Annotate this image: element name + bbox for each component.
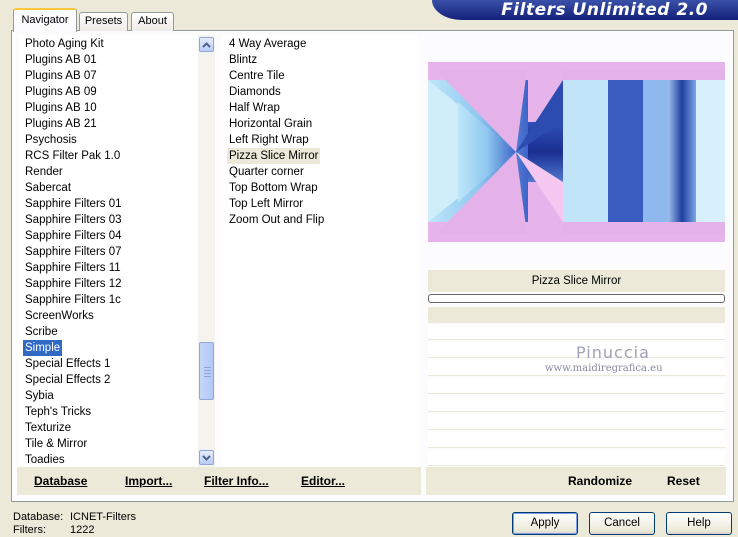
category-list-item[interactable]: RCS Filter Pak 1.0 <box>23 148 122 164</box>
category-list-item[interactable]: Plugins AB 09 <box>23 84 99 100</box>
parameter-row <box>428 307 725 323</box>
scroll-thumb[interactable] <box>199 342 214 400</box>
database-button[interactable]: Database <box>34 474 87 488</box>
category-list-item[interactable]: Tile & Mirror <box>23 436 89 452</box>
filter-list-item[interactable]: Horizontal Grain <box>227 116 314 132</box>
filter-list[interactable]: 4 Way Average Blintz Centre Tile Diamonds Ha… <box>222 35 419 467</box>
filter-list-item[interactable]: Quarter corner <box>227 164 306 180</box>
parameter-row <box>428 432 725 448</box>
category-list[interactable]: Photo Aging Kit Plugins AB 01 Plugins AB 0… <box>18 35 216 467</box>
reset-button[interactable]: Reset <box>667 474 700 488</box>
tab-about[interactable]: About <box>131 12 174 31</box>
chevron-up-icon <box>202 41 211 48</box>
category-list-item[interactable]: Sybia <box>23 388 56 404</box>
tab-presets[interactable]: Presets <box>79 12 128 31</box>
parameter-row <box>428 450 725 466</box>
import-button[interactable]: Import... <box>125 474 172 488</box>
category-list-item[interactable]: Texturize <box>23 420 73 436</box>
filter-list-item[interactable]: Blintz <box>227 52 259 68</box>
filter-list-item[interactable]: Pizza Slice Mirror <box>227 148 321 164</box>
parameter-row <box>428 414 725 430</box>
app-title: Filters Unlimited 2.0 <box>501 0 708 20</box>
filter-list-item[interactable]: Left Right Wrap <box>227 132 311 148</box>
category-list-item[interactable]: Sapphire Filters 04 <box>23 228 124 244</box>
tab-navigator[interactable]: Navigator <box>13 8 77 32</box>
category-list-item[interactable]: Plugins AB 10 <box>23 100 99 116</box>
category-list-item[interactable]: Photo Aging Kit <box>23 36 106 52</box>
category-list-item[interactable]: Special Effects 2 <box>23 372 112 388</box>
category-list-item[interactable]: Sabercat <box>23 180 73 196</box>
filter-list-item[interactable]: Top Left Mirror <box>227 196 305 212</box>
help-button[interactable]: Help <box>666 512 732 535</box>
filter-list-item[interactable]: Zoom Out and Flip <box>227 212 326 228</box>
scroll-down-button[interactable] <box>199 450 214 465</box>
parameter-row <box>428 396 725 412</box>
category-list-item[interactable]: Scribe <box>23 324 60 340</box>
category-scrollbar[interactable] <box>198 35 215 467</box>
watermark-url: www.maidiregrafica.eu <box>545 363 663 374</box>
category-list-item[interactable]: Psychosis <box>23 132 79 148</box>
category-list-item[interactable]: Toadies <box>23 452 67 467</box>
scroll-up-button[interactable] <box>199 37 214 52</box>
category-list-item[interactable]: Teph's Tricks <box>23 404 93 420</box>
category-list-item[interactable]: Sapphire Filters 01 <box>23 196 124 212</box>
filter-info-button[interactable]: Filter Info... <box>204 474 269 488</box>
category-list-item[interactable]: Sapphire Filters 11 <box>23 260 123 276</box>
chevron-down-icon <box>202 454 211 461</box>
category-list-item[interactable]: Sapphire Filters 1c <box>23 292 123 308</box>
progress-bar <box>428 294 725 303</box>
category-list-item[interactable]: ScreenWorks <box>23 308 96 324</box>
category-list-item[interactable]: Special Effects 1 <box>23 356 112 372</box>
filter-list-item[interactable]: Half Wrap <box>227 100 282 116</box>
filter-list-item[interactable]: Centre Tile <box>227 68 287 84</box>
database-label: Database: <box>13 511 64 523</box>
cancel-button[interactable]: Cancel <box>589 512 655 535</box>
randomize-button[interactable]: Randomize <box>568 474 632 488</box>
parameter-row <box>428 378 725 394</box>
category-list-item[interactable]: Sapphire Filters 07 <box>23 244 124 260</box>
apply-button[interactable]: Apply <box>512 512 578 535</box>
title-banner: Filters Unlimited 2.0 <box>432 0 738 20</box>
filters-count-label: Filters: <box>13 524 46 536</box>
category-list-item[interactable]: Plugins AB 21 <box>23 116 99 132</box>
watermark-name: Pinuccia <box>576 343 650 362</box>
filter-preview-image <box>428 62 725 242</box>
filter-list-item[interactable]: Diamonds <box>227 84 283 100</box>
category-list-item[interactable]: Sapphire Filters 03 <box>23 212 124 228</box>
filter-list-item[interactable]: Top Bottom Wrap <box>227 180 320 196</box>
filters-count-value: 1222 <box>70 524 95 536</box>
category-list-item[interactable]: Sapphire Filters 12 <box>23 276 124 292</box>
category-list-item[interactable]: Plugins AB 01 <box>23 52 99 68</box>
parameter-row <box>428 324 725 340</box>
category-list-item[interactable]: Simple <box>23 340 63 356</box>
database-value: ICNET-Filters <box>70 511 136 523</box>
filter-list-item[interactable]: 4 Way Average <box>227 36 308 52</box>
editor-button[interactable]: Editor... <box>301 474 345 488</box>
category-list-item[interactable]: Render <box>23 164 65 180</box>
filter-name-label: Pizza Slice Mirror <box>428 270 725 292</box>
category-list-item[interactable]: Plugins AB 07 <box>23 68 99 84</box>
